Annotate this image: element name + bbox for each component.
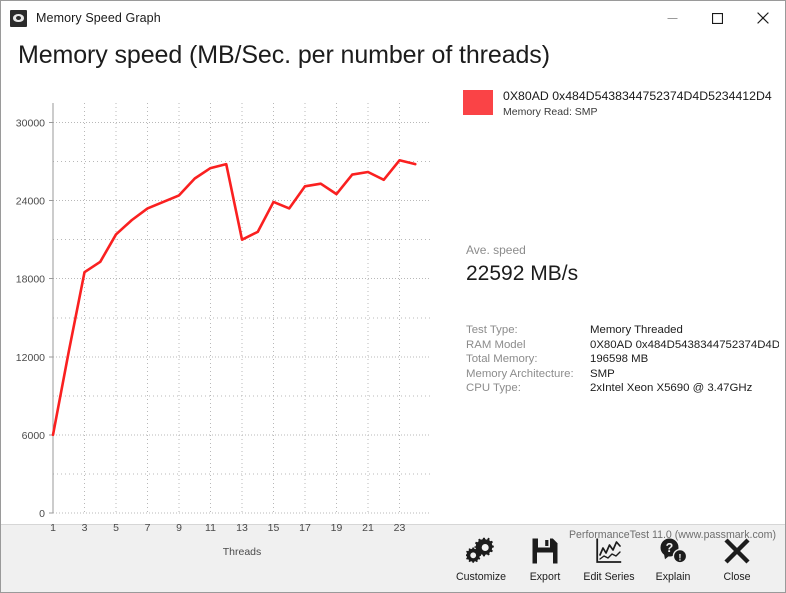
svg-text:12000: 12000	[16, 352, 45, 364]
svg-text:24000: 24000	[16, 196, 45, 208]
detail-value: Memory Threaded	[590, 324, 683, 336]
svg-text:30000: 30000	[16, 118, 45, 130]
svg-text:9: 9	[176, 522, 182, 534]
average-speed-value: 22592 MB/s	[466, 262, 579, 285]
svg-text:18000: 18000	[16, 274, 45, 286]
svg-text:21: 21	[362, 522, 374, 534]
detail-row: Test Type: Memory Threaded	[466, 323, 779, 338]
memory-speed-graph-window: Memory Speed Graph Memory speed (MB/Sec.…	[0, 0, 786, 593]
svg-text:3: 3	[82, 522, 88, 534]
legend-series-subtitle: Memory Read: SMP	[503, 106, 598, 118]
detail-key: RAM Model	[466, 338, 526, 351]
detail-value: 196598 MB	[590, 353, 649, 366]
system-details-table: Test Type: Memory Threaded RAM Model 0X80AD…	[466, 323, 779, 396]
svg-text:5: 5	[113, 522, 119, 534]
close-icon	[756, 12, 769, 24]
detail-key: Test Type:	[466, 324, 518, 336]
window-controls	[650, 1, 785, 35]
content-area: Memory speed (MB/Sec. per number of thre…	[1, 35, 785, 555]
chart-plot: 0 6000 12000 18000 24000 30000 1 3 5 7 9 11 13 15 17 19…	[1, 85, 456, 555]
average-speed-label: Ave. speed	[466, 243, 526, 257]
svg-text:15: 15	[268, 522, 280, 534]
detail-key: Total Memory:	[466, 353, 538, 366]
detail-row: Total Memory: 196598 MB	[466, 352, 779, 367]
app-icon	[10, 9, 27, 27]
export-label: Export	[529, 570, 561, 583]
page-title: Memory speed (MB/Sec. per number of thre…	[18, 41, 550, 69]
svg-text:Threads: Threads	[223, 546, 262, 555]
svg-text:0: 0	[39, 508, 45, 520]
svg-text:17: 17	[299, 522, 311, 534]
edit-series-label: Edit Series	[583, 570, 635, 583]
customize-label: Customize	[455, 570, 507, 583]
detail-row: CPU Type: 2xIntel Xeon X5690 @ 3.47GHz	[466, 381, 779, 396]
maximize-icon	[712, 12, 723, 24]
legend-text-group: 0X80AD 0x484D5438344752374D4D5234412D4 M…	[503, 89, 772, 119]
svg-text:13: 13	[236, 522, 248, 534]
svg-text:11: 11	[205, 522, 216, 534]
chart-svg: 06000120001800024000300001 3 5 7 9 11 13 15 17 19…	[16, 103, 431, 555]
close-button[interactable]	[740, 1, 785, 35]
explain-label: Explain	[655, 570, 691, 583]
detail-key: CPU Type:	[466, 382, 521, 395]
svg-text:19: 19	[331, 522, 343, 534]
info-panel: 0X80AD 0x484D5438344752374D4D5234412D4 M…	[463, 85, 779, 555]
detail-value: 2xIntel Xeon X5690 @ 3.47GHz	[590, 382, 753, 395]
detail-value: 0X80AD 0x484D5438344752374D4D5234412D4	[590, 338, 779, 351]
legend-color-swatch	[463, 90, 493, 115]
close-toolbar-label: Close	[723, 570, 751, 583]
svg-text:23: 23	[394, 522, 406, 534]
chart-legend: 0X80AD 0x484D5438344752374D4D5234412D4 M…	[463, 89, 779, 119]
detail-row: RAM Model 0X80AD 0x484D5438344752374D4D52…	[466, 338, 779, 353]
title-bar: Memory Speed Graph	[1, 1, 785, 35]
detail-row: Memory Architecture: SMP	[466, 367, 779, 382]
minimize-button[interactable]	[650, 1, 695, 35]
detail-value: SMP	[590, 367, 615, 380]
svg-text:1: 1	[50, 522, 56, 534]
svg-text:6000: 6000	[22, 430, 46, 442]
maximize-button[interactable]	[695, 1, 740, 35]
minimize-icon	[667, 17, 678, 19]
footer-credit: PerformanceTest 11.0 (www.passmark.com)	[568, 529, 776, 541]
window-title: Memory Speed Graph	[36, 11, 161, 25]
detail-key: Memory Architecture:	[466, 367, 574, 380]
svg-text:7: 7	[145, 522, 151, 534]
legend-series-name: 0X80AD 0x484D5438344752374D4D5234412D4	[503, 89, 772, 103]
average-speed-block: Ave. speed 22592 MB/s	[466, 243, 578, 287]
